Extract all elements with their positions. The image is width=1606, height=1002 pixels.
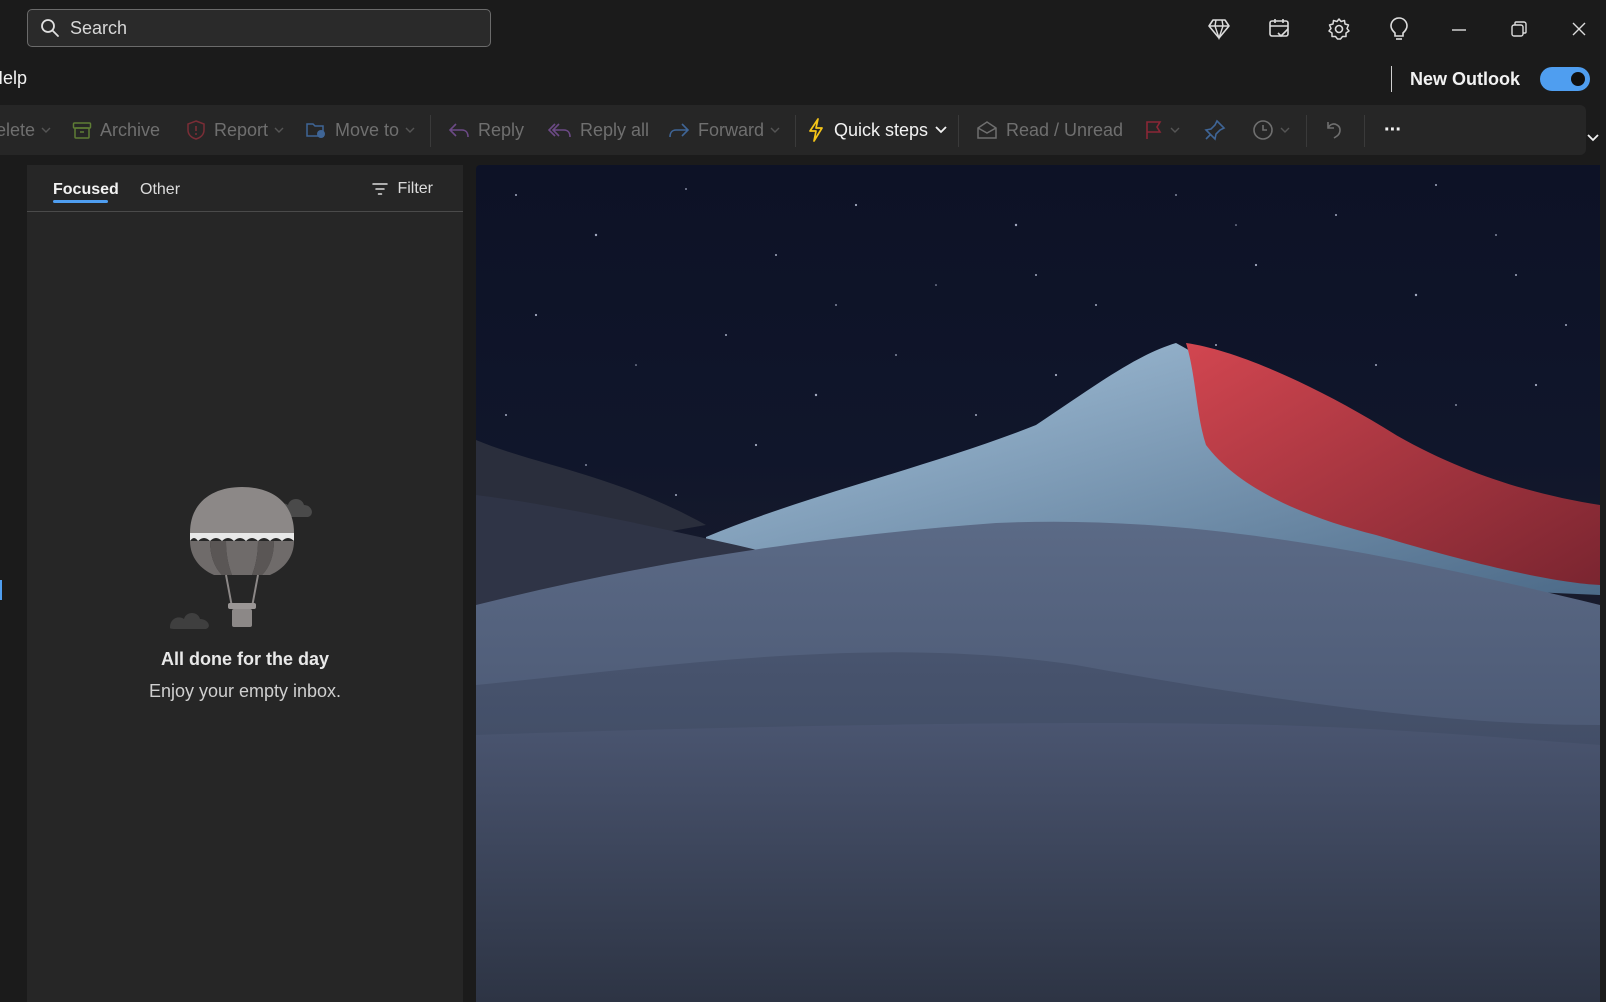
forward-icon <box>668 121 690 139</box>
empty-state-title: All done for the day <box>160 649 329 669</box>
archive-label: Archive <box>100 119 161 140</box>
empty-state-subtitle: Enjoy your empty inbox. <box>148 681 342 701</box>
chevron-down-icon[interactable] <box>274 126 284 134</box>
quick-steps-button[interactable]: Quick steps <box>806 105 928 155</box>
chevron-down-icon[interactable] <box>770 126 780 134</box>
report-button[interactable]: Report <box>186 105 284 155</box>
delete-button[interactable]: Delete <box>0 105 51 155</box>
new-outlook-toggle[interactable] <box>1540 67 1590 91</box>
move-to-button[interactable]: Move to <box>305 105 415 155</box>
premium-diamond-icon[interactable] <box>1202 12 1236 46</box>
flag-button[interactable] <box>1144 105 1180 155</box>
snooze-button[interactable] <box>1252 105 1290 155</box>
minimize-icon[interactable] <box>1442 12 1476 46</box>
chevron-down-icon[interactable] <box>405 126 415 134</box>
ribbon-separator <box>430 115 431 147</box>
reply-all-icon <box>548 121 572 139</box>
read-unread-button[interactable]: Read / Unread <box>976 105 1123 155</box>
quick-steps-label: Quick steps <box>834 119 929 140</box>
hot-air-balloon-illustration <box>170 479 320 635</box>
search-input[interactable] <box>68 16 472 40</box>
more-button[interactable]: ··· <box>1384 105 1402 155</box>
help-menu-label: Help <box>0 68 28 88</box>
restore-icon[interactable] <box>1502 12 1536 46</box>
my-day-icon[interactable] <box>1262 12 1296 46</box>
settings-gear-icon[interactable] <box>1322 12 1356 46</box>
reply-button[interactable]: Reply <box>448 105 524 155</box>
chevron-down-icon[interactable] <box>1280 126 1290 134</box>
nav-indicator <box>0 580 2 600</box>
forward-label: Forward <box>698 119 765 140</box>
undo-icon <box>1323 119 1345 141</box>
ribbon-separator <box>1364 115 1365 147</box>
more-icon: ··· <box>1384 118 1402 141</box>
filter-button[interactable]: Filter <box>372 180 433 198</box>
help-menu-tab[interactable]: Help <box>0 68 27 89</box>
tab-other[interactable]: Other <box>140 181 180 199</box>
move-folder-icon <box>305 120 327 140</box>
night-desert-mountain-image <box>476 165 1600 1002</box>
ribbon-separator <box>1306 115 1307 147</box>
search-box[interactable] <box>27 9 491 47</box>
pin-icon <box>1204 119 1226 141</box>
divider <box>1390 66 1392 92</box>
expand-ribbon-chevron-icon[interactable] <box>1586 133 1600 143</box>
tips-lightbulb-icon[interactable] <box>1382 12 1416 46</box>
quick-steps-dropdown[interactable] <box>934 105 948 155</box>
inbox-tabs: Focused Other Filter <box>27 165 463 212</box>
ribbon-separator <box>958 115 959 147</box>
read-unread-label: Read / Unread <box>1006 119 1124 140</box>
command-ribbon: Delete Archive Report Move to Reply Repl… <box>0 105 1586 155</box>
filter-label: Filter <box>397 180 433 197</box>
ribbon-separator <box>795 115 796 147</box>
archive-icon <box>72 120 92 140</box>
reply-icon <box>448 121 470 139</box>
forward-button[interactable]: Forward <box>668 105 780 155</box>
tab-focused[interactable]: Focused <box>53 181 119 199</box>
message-list-pane: Focused Other Filter All done for the da… <box>27 165 463 1002</box>
reply-all-label: Reply all <box>580 119 650 140</box>
close-icon[interactable] <box>1562 12 1596 46</box>
reply-label: Reply <box>478 119 525 140</box>
reply-all-button[interactable]: Reply all <box>548 105 649 155</box>
quick-steps-lightning-icon <box>806 117 826 143</box>
snooze-clock-icon <box>1252 119 1274 141</box>
new-outlook-label: New Outlook <box>1409 68 1520 89</box>
search-icon <box>40 18 60 38</box>
reading-pane-background <box>476 165 1600 1002</box>
new-outlook-switch-area: New Outlook <box>1390 64 1590 94</box>
delete-label: Delete <box>0 119 36 140</box>
undo-button[interactable] <box>1323 105 1345 155</box>
filter-icon <box>372 182 397 196</box>
pin-button[interactable] <box>1204 105 1226 155</box>
tab-selected-indicator <box>53 200 108 203</box>
flag-icon <box>1144 119 1164 141</box>
chevron-down-icon[interactable] <box>41 126 51 134</box>
report-label: Report <box>214 119 269 140</box>
chevron-down-icon[interactable] <box>1170 126 1180 134</box>
report-shield-icon <box>186 119 206 141</box>
archive-button[interactable]: Archive <box>72 105 160 155</box>
move-to-label: Move to <box>335 119 400 140</box>
chevron-down-icon <box>934 125 948 135</box>
envelope-icon <box>976 120 998 140</box>
